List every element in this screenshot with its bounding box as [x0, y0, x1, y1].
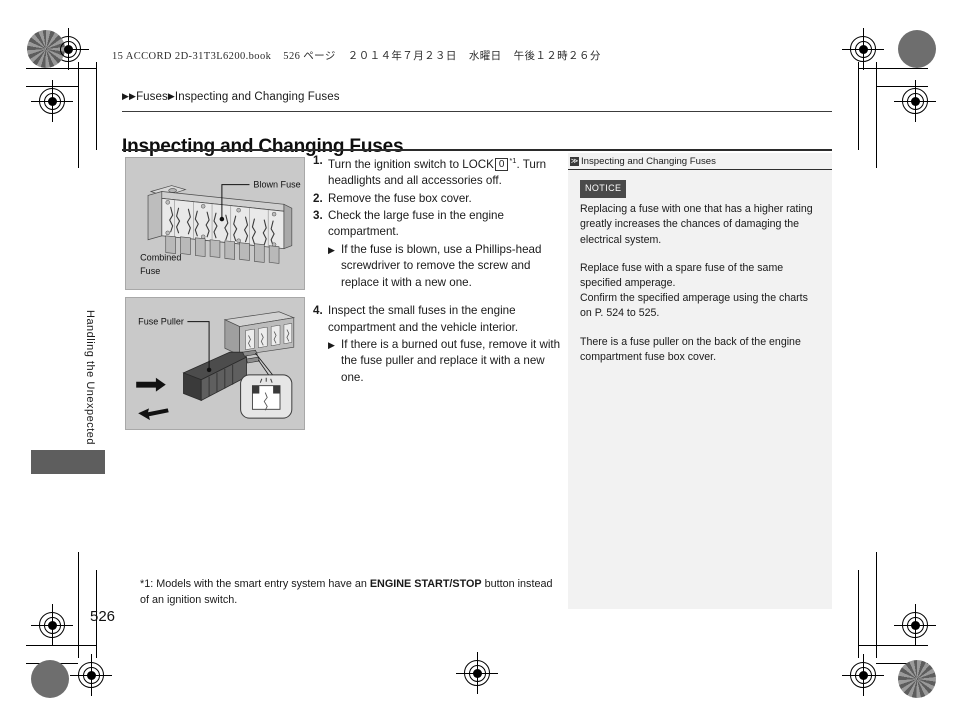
figure-callout-fuse-puller: Fuse Puller: [138, 317, 184, 327]
instruction-steps: 1. Turn the ignition switch to LOCK 0 *1. …: [313, 153, 561, 386]
breadcrumb-current: Inspecting and Changing Fuses: [174, 91, 340, 103]
figure-callout-combined-line2: Fuse: [140, 266, 160, 276]
header-divider: [122, 111, 832, 112]
step-text: Inspect the small fuses in the engine co…: [328, 304, 519, 334]
fuse-puller-figure: Fuse Puller: [125, 297, 305, 430]
step-text: Turn the ignition switch to LOCK 0 *1. Tur…: [328, 153, 561, 190]
figure-callout-combined-line1: Combined: [140, 252, 181, 262]
substep-item: ▶ If there is a burned out fuse, remove …: [328, 337, 561, 386]
figure-callout-blown-fuse: Blown Fuse: [253, 180, 300, 190]
double-chevron-icon: ≫: [570, 156, 579, 166]
density-patch: [898, 660, 936, 698]
crop-mark-line: [26, 68, 96, 69]
sidebar-header: ≫ Inspecting and Changing Fuses: [568, 153, 832, 170]
page-number: 526: [90, 608, 116, 625]
notice-badge: NOTICE: [580, 180, 627, 199]
substep-text: If the fuse is blown, use a Phillips-hea…: [341, 242, 542, 289]
sidebar-paragraph: There is a fuse puller on the back of th…: [580, 335, 801, 363]
step-text: Check the large fuse in the engine compa…: [328, 209, 504, 239]
file-header: 15 ACCORD 2D-31T3L6200.book 526 ページ ２０１４…: [112, 48, 610, 63]
breadcrumb-arrow-icon: ▶: [122, 91, 130, 101]
file-header-date: ２０１４年７月２３日: [347, 51, 457, 62]
footnote-prefix: *1: Models with the smart entry system h…: [140, 578, 370, 590]
file-header-page: 526 ページ: [283, 51, 336, 62]
step-number: 1.: [313, 154, 323, 167]
breadcrumb-arrow-icon: ▶: [167, 91, 175, 101]
section-thumb-tab: [31, 450, 105, 474]
step-text: Remove the fuse box cover.: [328, 191, 472, 205]
crop-mark-line: [96, 62, 97, 150]
breadcrumb-arrow-icon: ▶: [129, 91, 137, 101]
registration-mark: [842, 654, 884, 696]
breadcrumb-parent[interactable]: Fuses: [136, 91, 168, 103]
registration-mark: [456, 652, 498, 694]
crop-mark-line: [876, 86, 928, 87]
crop-mark-line: [78, 62, 79, 168]
title-divider: [122, 149, 832, 151]
step-number: 2.: [313, 191, 323, 205]
crop-mark-line: [876, 62, 877, 168]
registration-mark: [894, 604, 936, 646]
sidebar-header-title: Inspecting and Changing Fuses: [581, 155, 716, 167]
substep-arrow-icon: ▶: [328, 339, 335, 350]
registration-mark: [894, 80, 936, 122]
crop-mark-line: [26, 645, 96, 646]
crop-mark-line: [858, 645, 928, 646]
breadcrumb: ▶▶Fuses▶Inspecting and Changing Fuses: [122, 91, 340, 103]
sidebar-paragraph: Replacing a fuse with one that has a hig…: [580, 203, 813, 246]
crop-mark-line: [858, 68, 928, 69]
footnote-bold-term: ENGINE START/STOP: [369, 578, 482, 590]
step-number: 3.: [313, 209, 323, 223]
sidebar-paragraph: Replace fuse with a spare fuse of the sa…: [580, 261, 808, 320]
crop-mark-line: [858, 62, 859, 150]
step-text-before: Turn the ignition switch to LOCK: [328, 157, 494, 171]
density-patch: [31, 660, 69, 698]
step-number: 4.: [313, 304, 323, 318]
substep-text: If there is a burned out fuse, remove it…: [341, 337, 561, 384]
sidebar-panel: ≫ Inspecting and Changing Fuses NOTICE R…: [568, 153, 832, 609]
combined-fuse-figure: Blown Fuse Combined Fuse: [125, 157, 305, 290]
crop-mark-line: [876, 552, 877, 658]
section-side-label: Handling the Unexpected: [84, 310, 96, 446]
sidebar-body: NOTICE Replacing a fuse with one that ha…: [568, 170, 832, 365]
registration-mark: [842, 28, 884, 70]
step-item: 4. Inspect the small fuses in the engine…: [313, 303, 561, 336]
file-header-weekday: 水曜日: [468, 51, 502, 62]
lock-symbol-icon: 0: [494, 157, 509, 171]
density-patch: [898, 30, 936, 68]
file-header-time: 午後１２時２６分: [513, 51, 601, 62]
notice-badge-wrap: NOTICE: [580, 180, 820, 202]
registration-mark: [31, 604, 73, 646]
file-header-book: 15 ACCORD 2D-31T3L6200.book: [112, 51, 272, 62]
crop-mark-line: [78, 552, 79, 658]
step-item: 2. Remove the fuse box cover.: [313, 191, 561, 207]
substep-item: ▶ If the fuse is blown, use a Phillips-h…: [328, 242, 561, 291]
footnote: *1: Models with the smart entry system h…: [140, 576, 555, 608]
registration-mark: [70, 654, 112, 696]
step-item: 1. Turn the ignition switch to LOCK 0 *1. …: [313, 153, 561, 190]
step-item: 3. Check the large fuse in the engine co…: [313, 208, 561, 241]
registration-mark: [31, 80, 73, 122]
substep-arrow-icon: ▶: [328, 244, 335, 255]
